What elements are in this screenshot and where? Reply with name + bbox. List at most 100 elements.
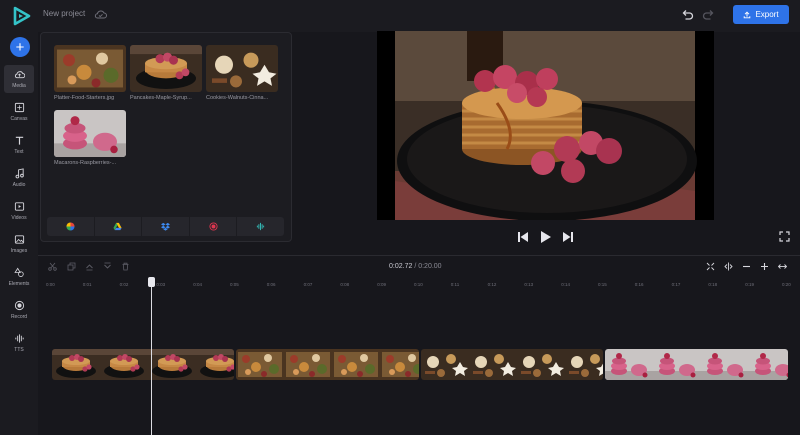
redo-icon[interactable]: [702, 8, 716, 22]
ruler-tick: 0:14: [561, 282, 570, 287]
video-editor-app: New project Export + Media Canvas Text A…: [0, 0, 800, 435]
ruler-tick: 0:06: [266, 282, 276, 287]
sidebar-item-text[interactable]: Text: [4, 131, 34, 159]
text-icon: [15, 136, 23, 145]
clip-frame: [284, 349, 332, 380]
media-filename: Macarons-Raspberries-...: [54, 160, 117, 166]
ruler-tick: 0:11: [450, 282, 460, 287]
sidebar-item-elements[interactable]: Elements: [4, 263, 34, 291]
fit-to-screen-icon[interactable]: [706, 262, 715, 271]
media-filename: Platter-Food-Starters.jpg: [54, 95, 115, 101]
record-icon: [14, 300, 24, 311]
logo-icon[interactable]: [11, 6, 31, 26]
skip-forward-icon[interactable]: [562, 230, 574, 244]
sidebar-item-label: Audio: [12, 182, 26, 188]
cloud-upload-icon: [14, 71, 25, 79]
clip-frame: [52, 349, 100, 380]
shapes-icon: [13, 267, 24, 277]
clip-frame: [332, 349, 380, 380]
ruler-tick: 0:01: [82, 282, 92, 287]
sidebar-item-images[interactable]: Images: [4, 230, 34, 258]
fullscreen-icon[interactable]: [779, 231, 790, 242]
clip-frame: [469, 349, 517, 380]
macarons-photo: [54, 110, 126, 157]
ruler-tick: 0:04: [193, 282, 202, 287]
sidebar-item-label: Record: [10, 314, 28, 320]
upload-icon: [744, 11, 751, 18]
total-duration: 0:20.00: [418, 263, 442, 270]
clip-frame: [100, 349, 148, 380]
clip-frame: [517, 349, 565, 380]
sidebar-item-audio[interactable]: Audio: [4, 164, 34, 192]
undo-icon[interactable]: [680, 8, 694, 22]
record-icon: [209, 222, 218, 231]
media-thumbnail[interactable]: [54, 45, 126, 92]
sidebar-item-videos[interactable]: Videos: [4, 197, 34, 225]
clip-frame: [653, 349, 701, 380]
audio-waveform-icon: [257, 222, 265, 231]
ruler-tick: 0:15: [598, 282, 607, 287]
ruler-tick: 0:12: [487, 282, 497, 287]
sidebar-item-media[interactable]: Media: [4, 65, 34, 93]
timeline-clip[interactable]: [421, 349, 603, 380]
export-label: Export: [755, 10, 779, 19]
pancakes-photo: [130, 45, 202, 92]
media-source-bar: [47, 217, 284, 236]
google-drive-button[interactable]: [95, 217, 143, 236]
ruler-tick: 0:05: [230, 282, 239, 287]
dropbox-icon: [160, 222, 170, 231]
move-down-icon[interactable]: [103, 262, 112, 271]
ruler-tick: 0:09: [377, 282, 386, 287]
ruler-tick: 0:07: [303, 282, 313, 287]
timeline-clip[interactable]: [52, 349, 234, 380]
record-source-button[interactable]: [190, 217, 238, 236]
cloud-sync-icon: [94, 10, 107, 19]
split-icon[interactable]: [724, 262, 733, 271]
clip-frame: [605, 349, 653, 380]
platter-photo: [54, 45, 126, 92]
video-icon: [14, 202, 24, 211]
import-source-button[interactable]: [47, 217, 95, 236]
ruler-tick: 0:17: [671, 282, 681, 287]
sidebar-item-label: Videos: [11, 215, 27, 221]
zoom-in-icon[interactable]: [760, 262, 769, 271]
cookies-photo: [206, 45, 278, 92]
waveform-icon: [14, 334, 24, 343]
skip-back-icon[interactable]: [517, 230, 529, 244]
clip-frame: [565, 349, 603, 380]
zoom-out-icon[interactable]: [742, 262, 751, 271]
ruler-tick: 0:00: [46, 282, 55, 287]
clip-frame: [196, 349, 234, 380]
dropbox-button[interactable]: [142, 217, 190, 236]
add-media-button[interactable]: +: [10, 37, 30, 57]
sidebar-item-tts[interactable]: TTS: [4, 329, 34, 357]
ruler-tick: 0:10: [414, 282, 423, 287]
clip-frame: [701, 349, 749, 380]
audio-source-button[interactable]: [237, 217, 284, 236]
timeline-clip[interactable]: [236, 349, 419, 380]
timeline-clip[interactable]: [605, 349, 788, 380]
media-filename: Pancakes-Maple-Syrup...: [130, 95, 192, 101]
export-button[interactable]: Export: [733, 5, 789, 24]
move-up-icon[interactable]: [85, 262, 94, 271]
sidebar-item-record[interactable]: Record: [4, 296, 34, 324]
media-thumbnail[interactable]: [206, 45, 278, 92]
clip-frame: [236, 349, 284, 380]
playhead-handle[interactable]: [148, 277, 155, 287]
sidebar-item-canvas[interactable]: Canvas: [4, 98, 34, 126]
timeline-divider: [38, 255, 800, 256]
ruler-tick: 0:18: [708, 282, 718, 287]
media-thumbnail[interactable]: [130, 45, 202, 92]
canvas-icon: [14, 102, 24, 113]
expand-timeline-icon[interactable]: [778, 262, 787, 271]
sidebar-item-label: Elements: [8, 281, 30, 287]
media-thumbnail[interactable]: [54, 110, 126, 157]
duplicate-icon[interactable]: [67, 262, 76, 271]
sidebar-item-label: TTS: [14, 347, 24, 353]
project-title[interactable]: New project: [43, 9, 85, 18]
play-icon[interactable]: [539, 230, 552, 244]
trash-icon[interactable]: [121, 262, 130, 271]
top-bar: New project Export: [0, 0, 800, 32]
cut-icon[interactable]: [48, 262, 57, 271]
ruler-tick: 0:16: [634, 282, 644, 287]
